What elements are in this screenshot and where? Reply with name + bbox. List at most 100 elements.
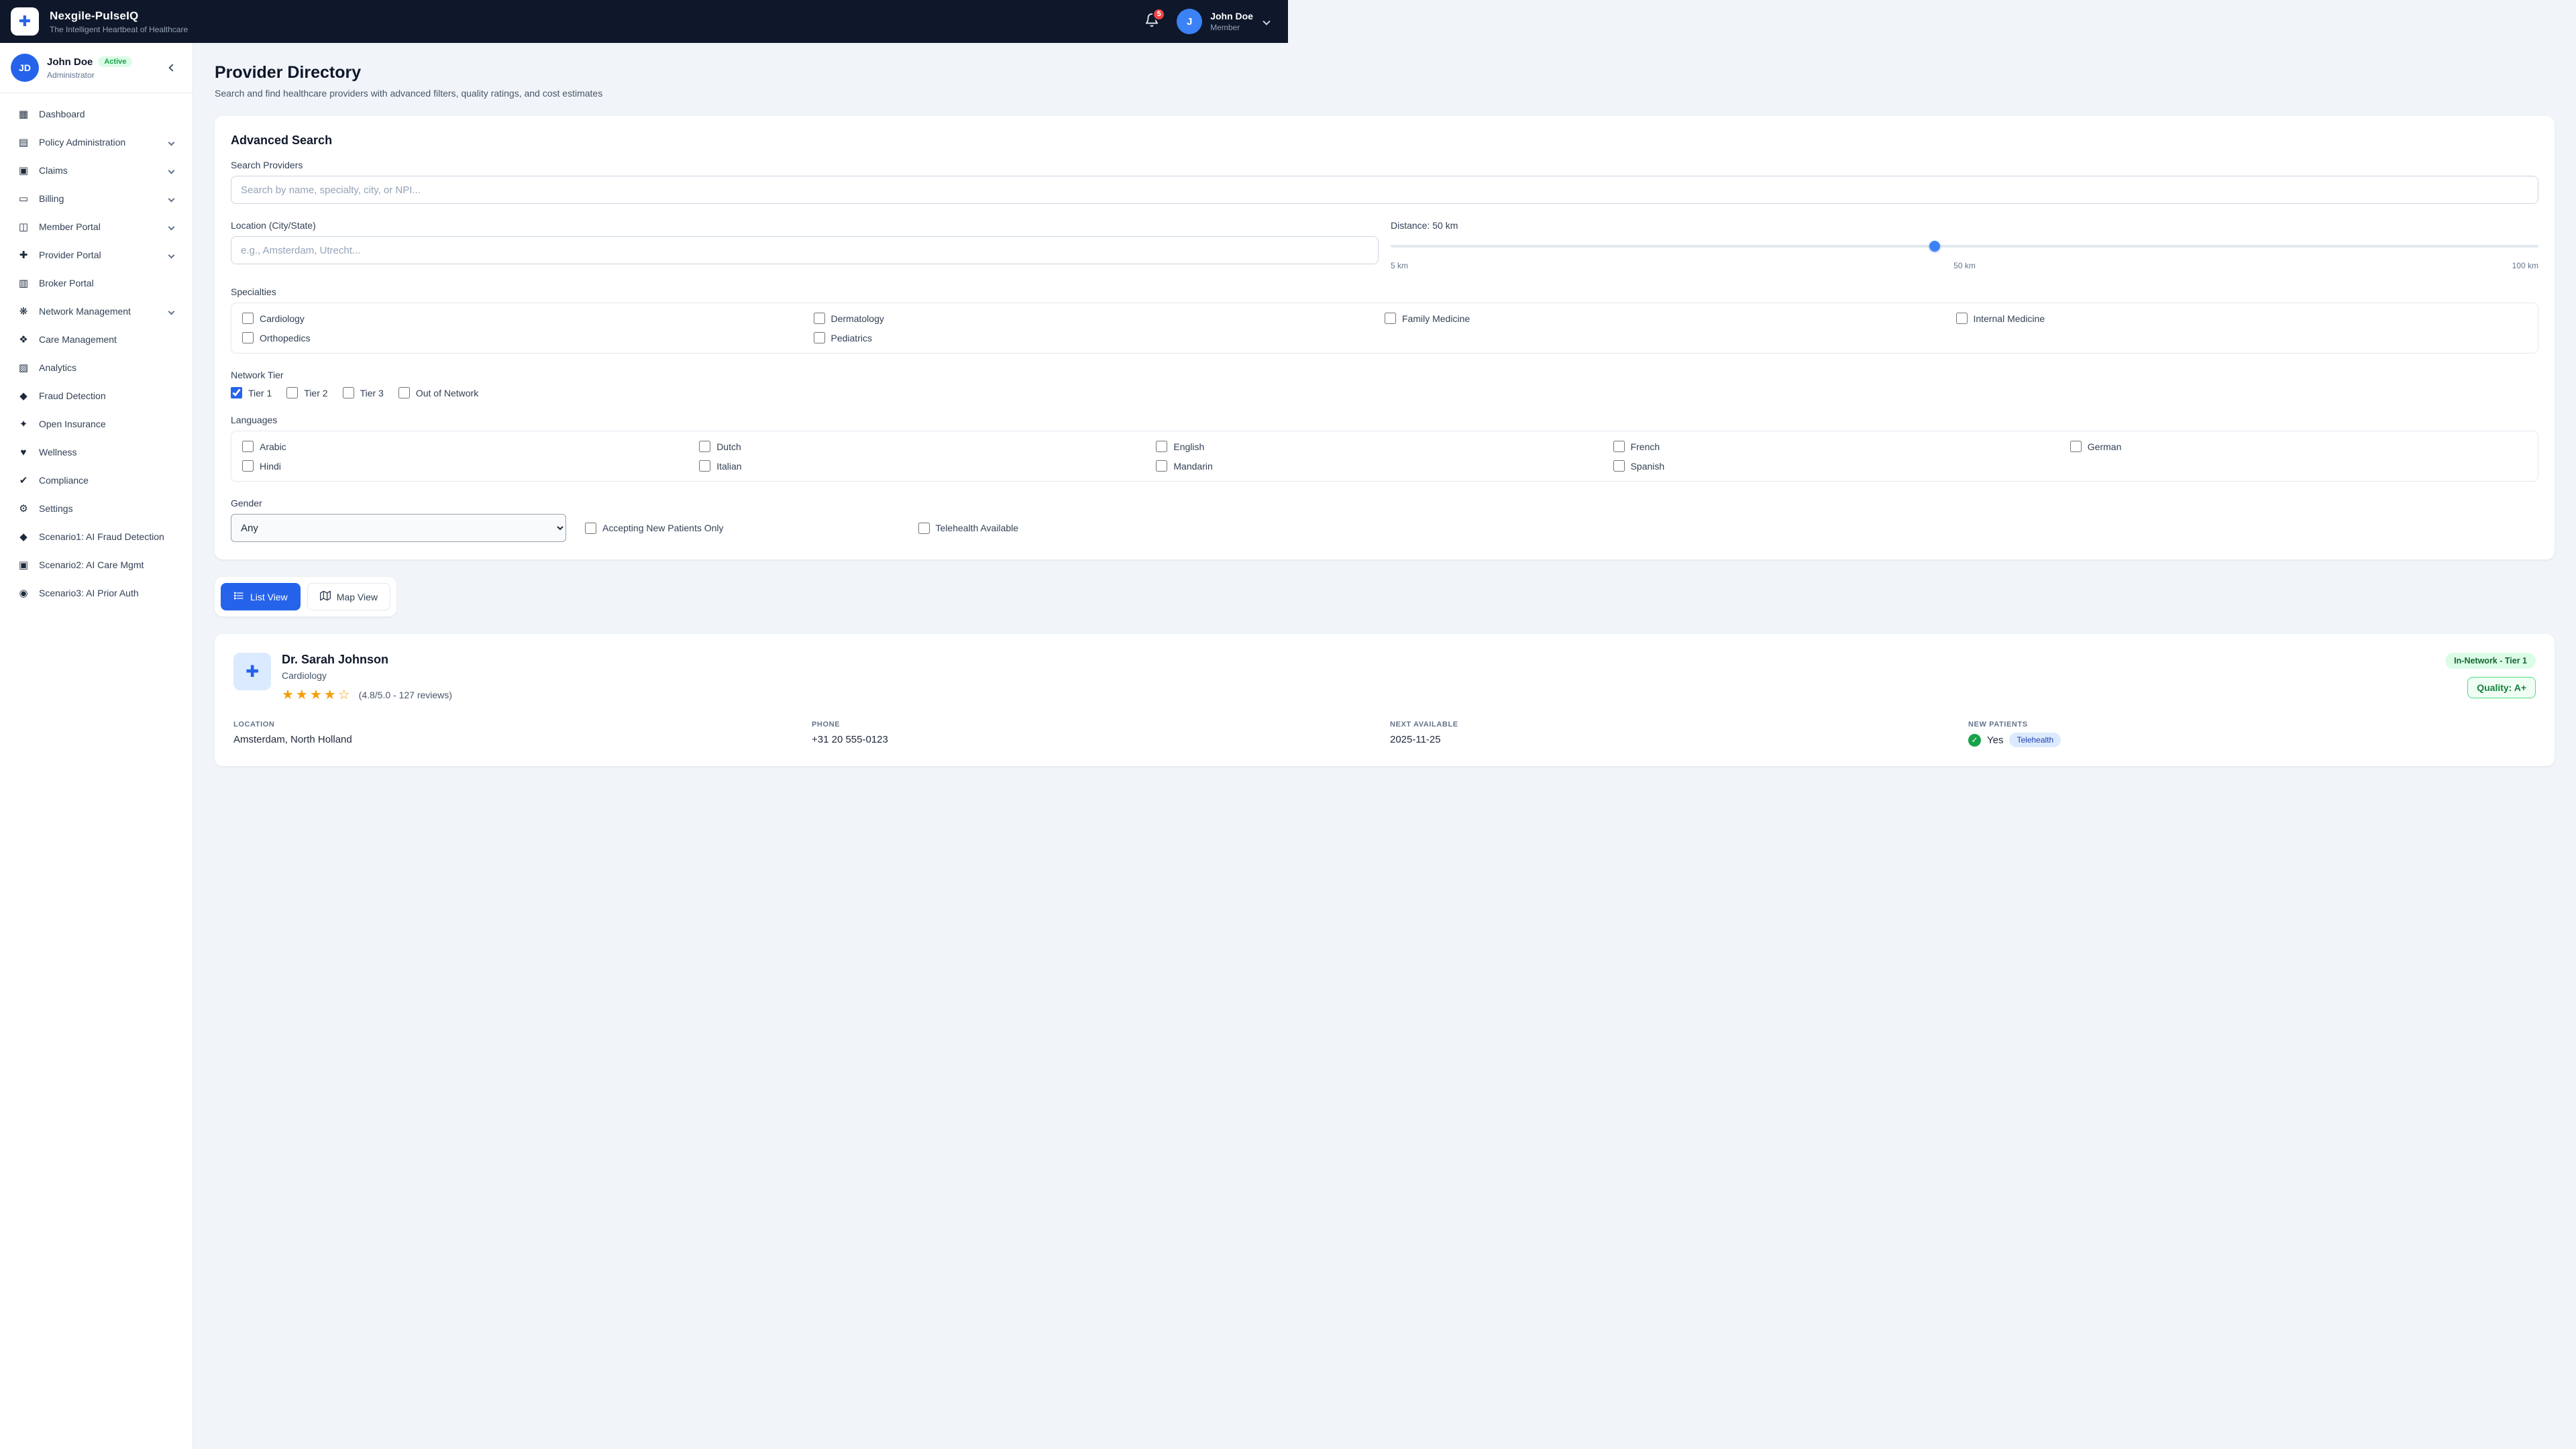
checkbox[interactable] xyxy=(1156,460,1167,472)
checkbox[interactable] xyxy=(242,332,254,343)
sidebar-item-analytics[interactable]: ▧ Analytics xyxy=(5,354,187,382)
tier3-checkbox[interactable]: Tier 3 xyxy=(343,387,384,398)
sidebar-item-compliance[interactable]: ✔ Compliance xyxy=(5,466,187,494)
sidebar-item-claims[interactable]: ▣ Claims xyxy=(5,156,187,184)
user-name: John Doe xyxy=(1210,11,1253,21)
chevron-down-icon xyxy=(168,308,175,315)
advanced-search-title: Advanced Search xyxy=(231,133,2538,148)
checkbox[interactable] xyxy=(1613,460,1625,472)
language-checkbox-hindi[interactable]: Hindi xyxy=(242,460,699,472)
specialty-checkbox-orthopedics[interactable]: Orthopedics xyxy=(242,332,814,343)
checkbox[interactable] xyxy=(231,387,242,398)
sidebar-item-fraud-detection[interactable]: ◆ Fraud Detection xyxy=(5,382,187,410)
specialty-checkbox-dermatology[interactable]: Dermatology xyxy=(814,313,1385,324)
sidebar-item-provider-portal[interactable]: ✚ Provider Portal xyxy=(5,241,187,269)
building-icon: ▥ xyxy=(16,277,31,289)
sidebar-item-billing[interactable]: ▭ Billing xyxy=(5,184,187,213)
sidebar-user-card: JD John Doe Active Administrator xyxy=(0,43,193,93)
sidebar-item-settings[interactable]: ⚙ Settings xyxy=(5,494,187,523)
specialty-checkbox-cardiology[interactable]: Cardiology xyxy=(242,313,814,324)
sidebar-item-broker-portal[interactable]: ▥ Broker Portal xyxy=(5,269,187,297)
location-label: LOCATION xyxy=(233,720,801,729)
sidebar-collapse-button[interactable] xyxy=(163,58,182,77)
provider-location-column: LOCATION Amsterdam, North Holland xyxy=(233,720,801,747)
checkbox[interactable] xyxy=(814,313,825,324)
shield-icon: ◆ xyxy=(16,390,31,402)
tier1-checkbox[interactable]: Tier 1 xyxy=(231,387,272,398)
chevron-down-icon xyxy=(168,139,175,146)
checkbox[interactable] xyxy=(918,523,930,534)
chevron-down-icon xyxy=(168,252,175,258)
sidebar-item-member-portal[interactable]: ◫ Member Portal xyxy=(5,213,187,241)
specialty-checkbox-pediatrics[interactable]: Pediatrics xyxy=(814,332,1385,343)
language-checkbox-italian[interactable]: Italian xyxy=(699,460,1156,472)
language-checkbox-french[interactable]: French xyxy=(1613,441,2070,452)
language-checkbox-dutch[interactable]: Dutch xyxy=(699,441,1156,452)
distance-min-label: 5 km xyxy=(1391,261,1773,270)
distance-label: Distance: 50 km xyxy=(1391,220,2538,231)
language-checkbox-spanish[interactable]: Spanish xyxy=(1613,460,2070,472)
phone-label: PHONE xyxy=(812,720,1379,729)
languages-label: Languages xyxy=(231,415,2538,425)
sidebar-item-scenario3-ai-prior-auth[interactable]: ◉ Scenario3: AI Prior Auth xyxy=(5,579,187,607)
provider-result-card[interactable]: ✚ Dr. Sarah Johnson Cardiology ★★★★☆ (4.… xyxy=(215,634,2555,766)
compliance-check-icon: ✔ xyxy=(16,474,31,486)
list-view-button[interactable]: List View xyxy=(221,583,301,610)
telehealth-available-checkbox[interactable]: Telehealth Available xyxy=(918,523,1019,534)
sidebar-item-scenario1-ai-fraud-detection[interactable]: ◆ Scenario1: AI Fraud Detection xyxy=(5,523,187,551)
user-menu[interactable]: J John Doe Member xyxy=(1177,9,1269,34)
languages-group: Arabic Dutch English French German Hindi… xyxy=(231,431,2538,482)
sidebar-item-network-management[interactable]: ❋ Network Management xyxy=(5,297,187,325)
document-icon: ▤ xyxy=(16,136,31,148)
checkbox[interactable] xyxy=(1385,313,1396,324)
sidebar-item-open-insurance[interactable]: ✦ Open Insurance xyxy=(5,410,187,438)
gender-select[interactable]: Any xyxy=(231,514,566,542)
sidebar-item-wellness[interactable]: ♥ Wellness xyxy=(5,438,187,466)
language-checkbox-arabic[interactable]: Arabic xyxy=(242,441,699,452)
accepting-new-patients-checkbox[interactable]: Accepting New Patients Only xyxy=(585,523,724,534)
language-checkbox-english[interactable]: English xyxy=(1156,441,1613,452)
checkbox[interactable] xyxy=(286,387,298,398)
language-checkbox-german[interactable]: German xyxy=(2070,441,2527,452)
checkbox[interactable] xyxy=(1956,313,1968,324)
pin-icon: ◉ xyxy=(16,587,31,599)
checkbox[interactable] xyxy=(699,441,710,452)
user-role: Member xyxy=(1210,23,1253,32)
checkbox[interactable] xyxy=(585,523,596,534)
tier2-checkbox[interactable]: Tier 2 xyxy=(286,387,327,398)
checkbox[interactable] xyxy=(398,387,410,398)
chevron-down-icon xyxy=(168,195,175,202)
notifications-button[interactable]: 5 xyxy=(1144,13,1159,31)
specialty-checkbox-internal-medicine[interactable]: Internal Medicine xyxy=(1956,313,2528,324)
language-checkbox-mandarin[interactable]: Mandarin xyxy=(1156,460,1613,472)
network-tier-label: Network Tier xyxy=(231,370,2538,380)
status-badge: Active xyxy=(98,56,132,67)
distance-slider[interactable] xyxy=(1391,240,2538,252)
specialties-label: Specialties xyxy=(231,286,2538,297)
sidebar-item-scenario2-ai-care-mgmt[interactable]: ▣ Scenario2: AI Care Mgmt xyxy=(5,551,187,579)
gear-icon: ⚙ xyxy=(16,502,31,515)
checkbox[interactable] xyxy=(242,441,254,452)
checkbox[interactable] xyxy=(242,313,254,324)
list-icon xyxy=(233,590,244,603)
provider-specialty: Cardiology xyxy=(282,670,452,681)
checkbox[interactable] xyxy=(814,332,825,343)
sidebar-item-care-management[interactable]: ❖ Care Management xyxy=(5,325,187,354)
checkbox[interactable] xyxy=(1156,441,1167,452)
checkbox[interactable] xyxy=(2070,441,2082,452)
search-input[interactable] xyxy=(231,176,2538,204)
sidebar-item-dashboard[interactable]: ▦ Dashboard xyxy=(5,100,187,128)
care-icon: ❖ xyxy=(16,333,31,345)
open-insurance-icon: ✦ xyxy=(16,418,31,430)
distance-max-label: 100 km xyxy=(2156,261,2538,270)
out-of-network-checkbox[interactable]: Out of Network xyxy=(398,387,478,398)
provider-new-patients-column: NEW PATIENTS ✓ Yes Telehealth xyxy=(1968,720,2536,747)
location-input[interactable] xyxy=(231,236,1379,264)
specialty-checkbox-family-medicine[interactable]: Family Medicine xyxy=(1385,313,1956,324)
checkbox[interactable] xyxy=(699,460,710,472)
checkbox[interactable] xyxy=(1613,441,1625,452)
sidebar-item-policy-administration[interactable]: ▤ Policy Administration xyxy=(5,128,187,156)
checkbox[interactable] xyxy=(343,387,354,398)
checkbox[interactable] xyxy=(242,460,254,472)
map-view-button[interactable]: Map View xyxy=(307,583,390,610)
